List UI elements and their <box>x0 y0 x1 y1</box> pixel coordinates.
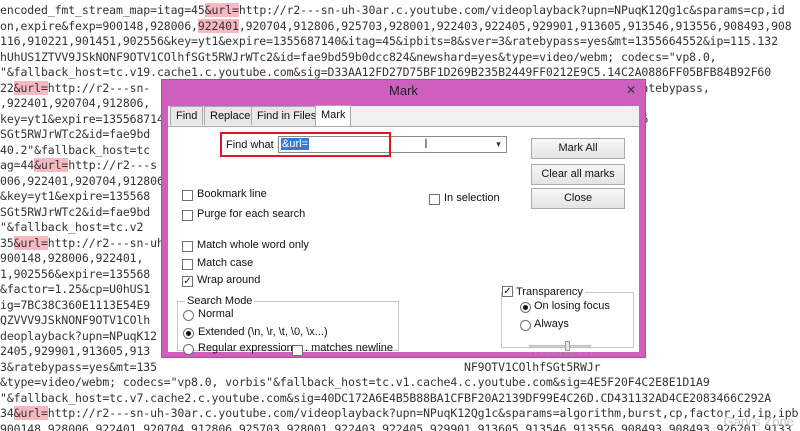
mark-tab-panel: Find what : &url= ▾ I Mark All Clear all… <box>168 127 639 356</box>
search-match-highlight: &url= <box>13 406 48 420</box>
tab-replace[interactable]: Replace <box>204 106 257 125</box>
editor-line-text: http://r2---sn-uh-30ar.c.youtube.com/vid… <box>47 406 799 420</box>
match-whole-word-checkbox[interactable] <box>182 241 193 252</box>
regex-label: Regular expression <box>198 342 293 354</box>
always-radio[interactable] <box>520 320 531 331</box>
purge-label: Purge for each search <box>197 208 306 220</box>
extended-radio[interactable] <box>183 328 194 339</box>
transparency-title: Transparency <box>514 286 585 298</box>
slider-tick <box>535 352 537 355</box>
editor-line-text: 35 <box>0 235 14 250</box>
watermark: Gary's Zone <box>723 414 794 429</box>
editor-line-text: encoded_fmt_stream_map=itag=45 <box>0 3 205 17</box>
slider-tick <box>578 352 580 355</box>
slider-tick <box>584 352 586 355</box>
editor-line[interactable]: &type=video/webm; codecs="vp8.0, vorbis"… <box>0 374 710 391</box>
search-mode-group: Search Mode Normal Extended (\n, \r, \t,… <box>177 295 399 356</box>
editor-line-text: 34 <box>0 406 14 420</box>
tab-find[interactable]: Find <box>170 106 204 125</box>
wrap-around-checkbox[interactable]: ✓ <box>182 276 193 287</box>
bookmark-line-checkbox[interactable] <box>182 190 193 201</box>
slider-tick <box>553 352 555 355</box>
match-case-checkbox[interactable] <box>182 259 193 270</box>
search-match-highlight: 922401 <box>197 18 239 33</box>
match-whole-word-label: Match whole word only <box>197 239 309 251</box>
on-losing-focus-label: On losing focus <box>534 300 610 312</box>
search-match-highlight: &url= <box>13 80 48 95</box>
dialog-titlebar[interactable]: Mark ✕ <box>162 80 645 102</box>
search-match-highlight: &url= <box>34 158 69 172</box>
always-label: Always <box>534 318 569 330</box>
editor-line-text: "&fallback_host=tc.v7.cache2.c.youtube.c… <box>0 390 772 405</box>
editor-line-text: on,expire&fexp=900148,928006, <box>0 18 198 33</box>
dialog-title: Mark <box>389 83 418 98</box>
close-icon[interactable]: ✕ <box>623 83 639 98</box>
annotation-red-box <box>220 132 391 157</box>
editor-line-text: "&fallback_host=tc.v19.cache1.c.youtube.… <box>0 65 772 79</box>
slider-tick <box>541 352 543 355</box>
search-match-highlight: &url= <box>13 235 48 250</box>
slider-tick <box>566 352 568 355</box>
search-mode-title: Search Mode <box>185 295 255 307</box>
transparency-group: ✓ Transparency On losing focus Always <box>501 286 634 348</box>
editor-line-text: http://r2---sn-uh-30ar.c.youtube.com/vid… <box>238 3 785 17</box>
normal-label: Normal <box>198 308 234 320</box>
matches-newline-checkbox[interactable] <box>292 345 303 356</box>
transparency-checkbox[interactable]: ✓ <box>502 286 513 297</box>
mark-dialog: Mark ✕ Find Replace Find in Files Mark F… <box>161 79 646 358</box>
wrap-around-label: Wrap around <box>197 274 261 286</box>
editor-line-text: 900148,928006,922401,920704,912806,92570… <box>0 421 792 431</box>
extended-label: Extended (\n, \r, \t, \0, \x...) <box>198 326 328 338</box>
slider-tick <box>560 352 561 355</box>
editor-line[interactable]: encoded_fmt_stream_map=itag=45&url=http:… <box>0 2 785 19</box>
text-cursor-icon: I <box>424 135 428 151</box>
match-case-label: Match case <box>197 257 254 269</box>
slider-tick <box>591 352 592 355</box>
on-losing-focus-radio[interactable] <box>520 302 531 313</box>
tab-find-in-files[interactable]: Find in Files <box>251 106 323 125</box>
editor-line-text: &type=video/webm; codecs="vp8.0, vorbis"… <box>0 375 710 389</box>
editor-line[interactable]: 116,910221,901451,902556&key=yt1&expire=… <box>0 33 778 50</box>
search-match-highlight: &url= <box>204 3 239 17</box>
editor-line-text: hUhUS1ZTVV9JSkNONF9OTV1COlhfSGt5RWJrWTc2… <box>0 49 717 64</box>
slider-tick <box>572 352 574 355</box>
transparency-slider-track[interactable] <box>529 345 591 348</box>
editor-line-text: 22 <box>0 80 14 95</box>
regex-radio[interactable] <box>183 344 194 355</box>
bookmark-line-label: Bookmark line <box>197 188 267 200</box>
matches-newline-label: . matches newline <box>305 342 394 354</box>
tab-mark[interactable]: Mark <box>315 105 352 126</box>
close-button[interactable]: Close <box>531 188 625 209</box>
editor-line-text: 116,910221,901451,902556&key=yt1&expire=… <box>0 34 778 48</box>
editor-line[interactable]: on,expire&fexp=900148,928006,922401,9207… <box>0 18 792 35</box>
in-selection-label: In selection <box>444 192 500 204</box>
transparency-slider-thumb[interactable] <box>565 341 571 351</box>
dialog-client-area: Find Replace Find in Files Mark Find wha… <box>168 105 639 356</box>
tab-strip: Find Replace Find in Files Mark <box>168 105 639 127</box>
editor-line[interactable]: hUhUS1ZTVV9JSkNONF9OTV1COlhfSGt5RWJrWTc2… <box>0 49 717 66</box>
editor-line[interactable]: 3&ratebypass=yes&mt=135 NF9OTV1COlhfSGt5… <box>0 359 601 376</box>
chevron-down-icon[interactable]: ▾ <box>492 138 505 151</box>
slider-tick <box>547 352 549 355</box>
mark-all-button[interactable]: Mark All <box>531 138 625 159</box>
editor-line-text: ag=44 <box>0 158 35 172</box>
clear-all-marks-button[interactable]: Clear all marks <box>531 164 625 185</box>
slider-tick <box>529 352 530 355</box>
editor-line[interactable]: 900148,928006,922401,920704,912806,92570… <box>0 421 792 431</box>
in-selection-checkbox[interactable] <box>429 194 440 205</box>
editor-line-text: 3&ratebypass=yes&mt=135 NF9OTV1COlhfSGt5… <box>0 359 601 374</box>
editor-line[interactable]: "&fallback_host=tc.v7.cache2.c.youtube.c… <box>0 390 771 407</box>
editor-line[interactable]: 34&url=http://r2---sn-uh-30ar.c.youtube.… <box>0 405 798 422</box>
purge-checkbox[interactable] <box>182 210 193 221</box>
editor-line-text: ,920704,912806,925703,928001,922403,9224… <box>238 18 792 33</box>
normal-radio[interactable] <box>183 310 194 321</box>
